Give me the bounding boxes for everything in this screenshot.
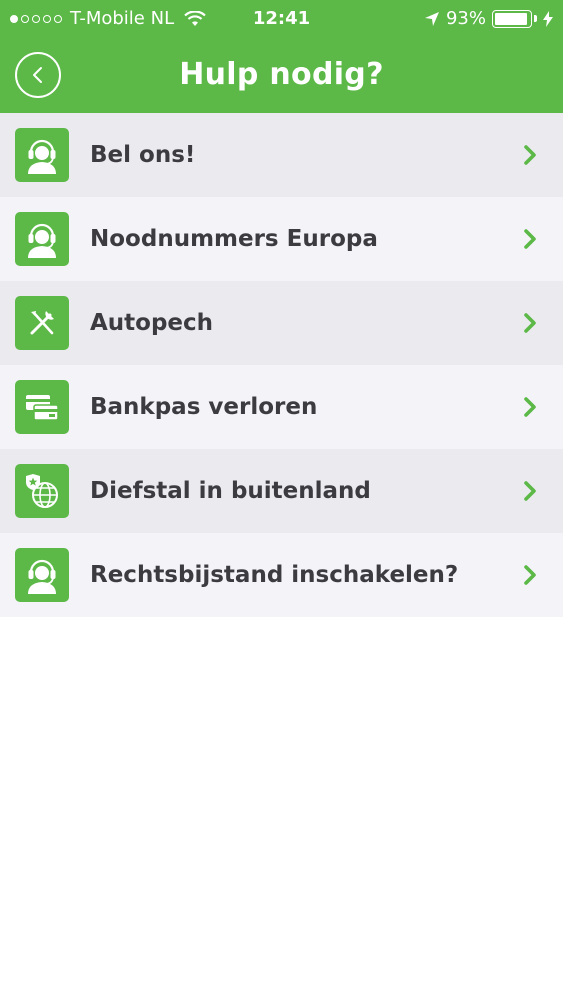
menu-item-label: Noodnummers Europa — [90, 226, 378, 252]
navigation-bar: Hulp nodig? — [0, 36, 563, 113]
chevron-left-icon — [33, 67, 42, 83]
battery-tip — [534, 15, 537, 22]
headset-agent-icon — [15, 212, 69, 266]
help-menu-list: Bel ons! Noodnummers Europa Autopech Ban… — [0, 113, 563, 617]
chevron-right-icon — [524, 481, 536, 501]
headset-agent-icon — [15, 548, 69, 602]
menu-item-bel-ons[interactable]: Bel ons! — [0, 113, 563, 197]
chevron-right-icon — [524, 229, 536, 249]
app-header: T-Mobile NL 12:41 93% Hulp nodig? — [0, 0, 563, 113]
headset-agent-icon — [15, 128, 69, 182]
menu-item-diefstal-in-buitenland[interactable]: Diefstal in buitenland — [0, 449, 563, 533]
battery-icon — [492, 9, 532, 28]
menu-item-label: Bankpas verloren — [90, 394, 318, 420]
menu-item-label: Rechtsbijstand inschakelen? — [90, 562, 459, 588]
chevron-right-icon — [524, 313, 536, 333]
status-right: 93% — [424, 8, 553, 29]
battery-level — [495, 12, 527, 25]
status-bar: T-Mobile NL 12:41 93% — [0, 0, 563, 36]
charging-bolt-icon — [543, 10, 553, 27]
chevron-right-icon — [524, 145, 536, 165]
battery-percent: 93% — [445, 8, 486, 29]
location-arrow-icon — [424, 11, 439, 26]
menu-item-bankpas-verloren[interactable]: Bankpas verloren — [0, 365, 563, 449]
back-button[interactable] — [15, 52, 61, 98]
chevron-right-icon — [524, 397, 536, 417]
chevron-right-icon — [524, 565, 536, 585]
bank-cards-icon — [15, 380, 69, 434]
menu-item-label: Bel ons! — [90, 142, 196, 168]
menu-item-label: Autopech — [90, 310, 214, 336]
tools-icon — [15, 296, 69, 350]
menu-item-noodnummers-europa[interactable]: Noodnummers Europa — [0, 197, 563, 281]
menu-item-autopech[interactable]: Autopech — [0, 281, 563, 365]
globe-shield-icon — [15, 464, 69, 518]
menu-item-label: Diefstal in buitenland — [90, 478, 371, 504]
menu-item-rechtsbijstand-inschakelen[interactable]: Rechtsbijstand inschakelen? — [0, 533, 563, 617]
page-title: Hulp nodig? — [179, 57, 384, 92]
